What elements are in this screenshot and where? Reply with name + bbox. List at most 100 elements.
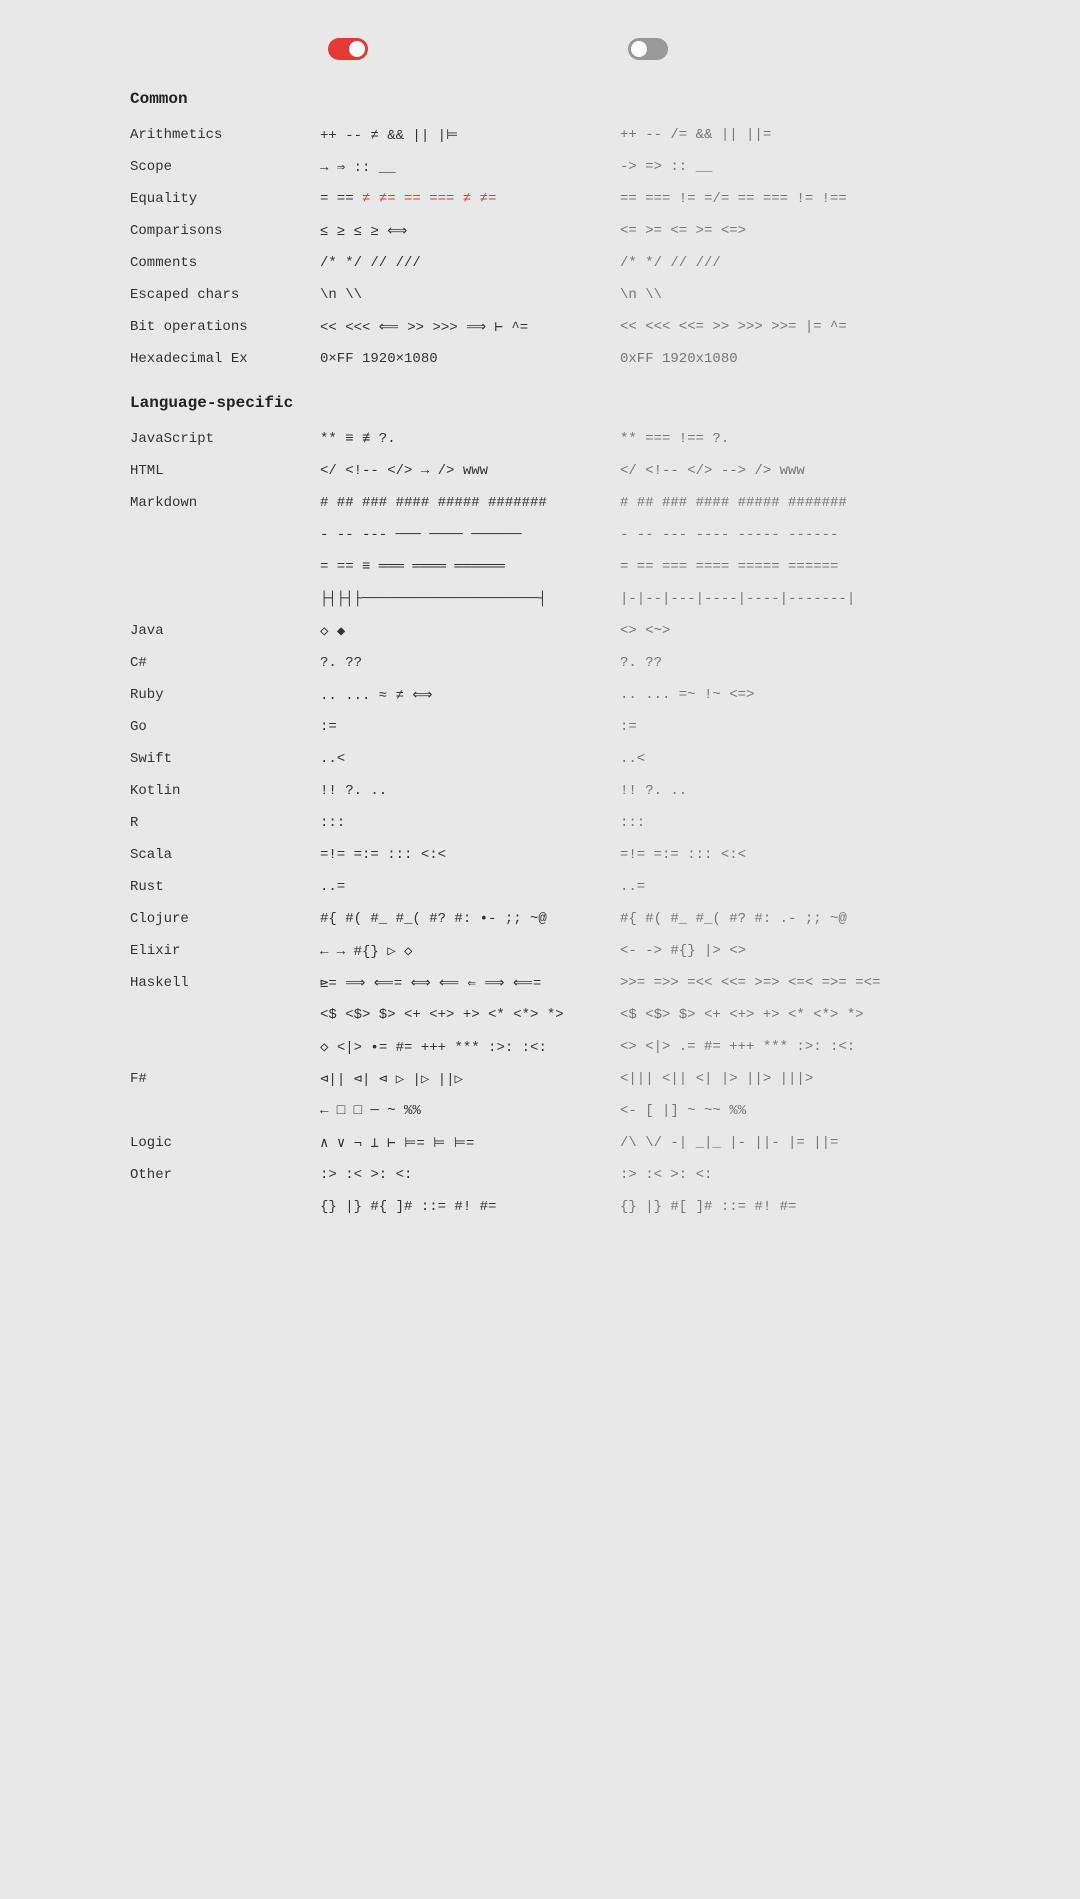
fira-mono-cell: == === != =/= == === != !==: [620, 191, 920, 207]
fira-mono-cell: :::: [620, 815, 920, 831]
fira-code-cell: :=: [320, 719, 620, 735]
row-label: Hexadecimal Ex: [130, 351, 320, 367]
table-row: Hexadecimal Ex0×FF 1920×10800xFF 1920x10…: [130, 346, 950, 378]
fira-code-cell: ◇ <|> •= #= +++ *** :>: :<:: [320, 1039, 620, 1056]
fira-code-cell: - -- --- ─── ──── ──────: [320, 527, 620, 543]
fira-mono-cell: >>= =>> =<< <<= >=> <=< =>= =<=: [620, 975, 920, 991]
fira-mono-cell: -> => :: __: [620, 159, 920, 175]
fira-mono-cell: !! ?. ..: [620, 783, 920, 799]
table-row: Bit operations<< <<< ⟸ >> >>> ⟹ ⊢ ^=<< <…: [130, 314, 950, 346]
toggle-off[interactable]: [628, 38, 668, 60]
main-container: CommonArithmetics++ -- ≠ && || |⊨++ -- /…: [120, 20, 960, 1226]
fira-code-cell: =!= =:= ::: <:<: [320, 847, 620, 863]
fira-mono-cell: /* */ // ///: [620, 255, 920, 271]
fira-mono-cell: ..<: [620, 751, 920, 767]
row-label: Other: [130, 1167, 320, 1183]
section-header: Common: [130, 84, 950, 114]
row-label: Comparisons: [130, 223, 320, 239]
ligature-no-label: [620, 38, 920, 60]
fira-code-cell: # ## ### #### ##### #######: [320, 495, 620, 511]
fira-mono-cell: <$ <$> $> <+ <+> +> <* <*> *>: [620, 1007, 920, 1023]
fira-mono-cell: = == === ==== ===== ======: [620, 559, 920, 575]
fira-code-cell: ← → #{} ▷ ◇: [320, 943, 620, 960]
fira-code-cell: ..<: [320, 751, 620, 767]
row-label: HTML: [130, 463, 320, 479]
fira-code-cell: /* */ // ///: [320, 255, 620, 271]
table-row: Other:> :< >: <::> :< >: <:: [130, 1162, 950, 1194]
toggle-on[interactable]: [328, 38, 368, 60]
row-label: Elixir: [130, 943, 320, 959]
table-row: Rust..=..=: [130, 874, 950, 906]
table-row: C#?. ???. ??: [130, 650, 950, 682]
table-row: Ruby.. ... ≈ ≠ ⟺.. ... =~ !~ <=>: [130, 682, 950, 714]
table-row: Equality= == ≠ ≠= == === ≠ ≠=== === != =…: [130, 186, 950, 218]
table-row: Logic∧ ∨ ¬ ⊥ ⊢ ⊨= ⊨ ⊨=/\ \/ -| _|_ |- ||…: [130, 1130, 950, 1162]
fira-mono-cell: \n \\: [620, 287, 920, 303]
row-label: Equality: [130, 191, 320, 207]
row-label: Clojure: [130, 911, 320, 927]
fira-code-cell: ⊲|| ⊲| ⊲ ▷ |▷ ||▷: [320, 1071, 620, 1088]
fira-mono-cell: <> <|> .= #= +++ *** :>: :<:: [620, 1039, 920, 1055]
table-row: ◇ <|> •= #= +++ *** :>: :<:<> <|> .= #= …: [130, 1034, 950, 1066]
table-row: = == ≡ ═══ ════ ══════= == === ==== ====…: [130, 554, 950, 586]
fira-code-cell: :> :< >: <:: [320, 1167, 620, 1183]
table-row: Haskell⊵= ⟹ ⟸= ⟺ ⟸ ⇐ ⟹ ⟸=>>= =>> =<< <<=…: [130, 970, 950, 1002]
table-row: Go:=:=: [130, 714, 950, 746]
table-row: Comments/* */ // ////* */ // ///: [130, 250, 950, 282]
fira-mono-cell: <= >= <= >= <=>: [620, 223, 920, 239]
fira-code-cell: = == ≠ ≠= == === ≠ ≠=: [320, 191, 620, 207]
row-label: Escaped chars: [130, 287, 320, 303]
fira-mono-cell: .. ... =~ !~ <=>: [620, 687, 920, 703]
table-row: Escaped chars\n \\\n \\: [130, 282, 950, 314]
fira-code-cell: ◇ ◆: [320, 623, 620, 640]
fira-mono-cell: ** === !== ?.: [620, 431, 920, 447]
table-row: Kotlin!! ?. ..!! ?. ..: [130, 778, 950, 810]
fira-mono-cell: :=: [620, 719, 920, 735]
table-row: R::::::: [130, 810, 950, 842]
ligature-row: [130, 38, 950, 60]
fira-mono-cell: <- [ |] ~ ~~ %%: [620, 1103, 920, 1119]
row-label: C#: [130, 655, 320, 671]
fira-mono-cell: </ <!-- </> --> /> www: [620, 463, 920, 479]
row-label: Java: [130, 623, 320, 639]
row-label: Scope: [130, 159, 320, 175]
fira-code-cell: {} |} #{ ]# ::= #! #=: [320, 1199, 620, 1215]
fira-mono-cell: |-|--|---|----|----|-------|: [620, 591, 920, 607]
fira-code-cell: → ⇒ :: __: [320, 159, 620, 176]
row-label: Bit operations: [130, 319, 320, 335]
table-row: JavaScript** ≡ ≢ ?.** === !== ?.: [130, 426, 950, 458]
fira-mono-cell: {} |} #[ ]# ::= #! #=: [620, 1199, 920, 1215]
fira-mono-cell: ..=: [620, 879, 920, 895]
table-row: F#⊲|| ⊲| ⊲ ▷ |▷ ||▷<||| <|| <| |> ||> ||…: [130, 1066, 950, 1098]
row-label: Logic: [130, 1135, 320, 1151]
fira-code-cell: ∧ ∨ ¬ ⊥ ⊢ ⊨= ⊨ ⊨=: [320, 1135, 620, 1152]
fira-code-cell: ≤ ≥ ≤ ≥ ⟺: [320, 223, 620, 240]
table-row: ← □ □ ─ ~ %%<- [ |] ~ ~~ %%: [130, 1098, 950, 1130]
table-row: - -- --- ─── ──── ──────- -- --- ---- --…: [130, 522, 950, 554]
fira-code-cell: <$ <$> $> <+ <+> +> <* <*> *>: [320, 1007, 620, 1023]
fira-mono-cell: << <<< <<= >> >>> >>= |= ^=: [620, 319, 920, 335]
table-row: ├┤├┤├─────────────────────┤|-|--|---|---…: [130, 586, 950, 618]
fira-code-cell: = == ≡ ═══ ════ ══════: [320, 559, 620, 575]
table-row: {} |} #{ ]# ::= #! #={} |} #[ ]# ::= #! …: [130, 1194, 950, 1226]
row-label: Go: [130, 719, 320, 735]
row-label: Swift: [130, 751, 320, 767]
row-label: F#: [130, 1071, 320, 1087]
row-label: R: [130, 815, 320, 831]
row-label: JavaScript: [130, 431, 320, 447]
row-label: Kotlin: [130, 783, 320, 799]
fira-code-cell: ** ≡ ≢ ?.: [320, 431, 620, 447]
row-label: Comments: [130, 255, 320, 271]
table-row: Scope→ ⇒ :: __-> => :: __: [130, 154, 950, 186]
table-row: Elixir← → #{} ▷ ◇<- -> #{} |> <>: [130, 938, 950, 970]
fira-code-cell: ├┤├┤├─────────────────────┤: [320, 591, 620, 607]
fira-code-cell: ++ -- ≠ && || |⊨: [320, 127, 620, 144]
fira-mono-cell: /\ \/ -| _|_ |- ||- |= ||=: [620, 1135, 920, 1151]
row-label: Rust: [130, 879, 320, 895]
fira-code-cell: ?. ??: [320, 655, 620, 671]
fira-code-cell: \n \\: [320, 287, 620, 303]
fira-code-cell: #{ #( #_ #_( #? #: •- ;; ~@: [320, 911, 620, 927]
fira-code-cell: ← □ □ ─ ~ %%: [320, 1103, 620, 1119]
fira-code-cell: ..=: [320, 879, 620, 895]
table-row: Comparisons≤ ≥ ≤ ≥ ⟺<= >= <= >= <=>: [130, 218, 950, 250]
